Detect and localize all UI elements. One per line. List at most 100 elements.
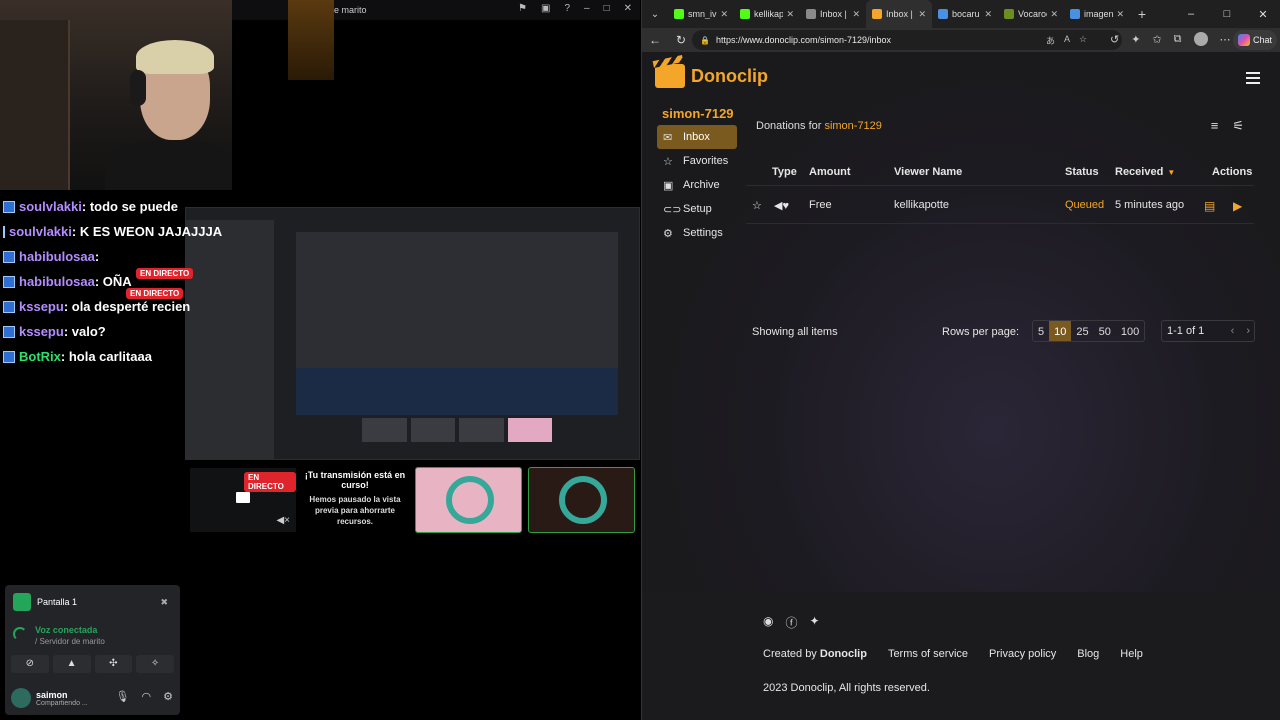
sidebar-item-label: Settings <box>683 227 723 239</box>
help-link[interactable]: Help <box>1120 648 1143 660</box>
gear-icon: ⚙ <box>663 227 673 240</box>
filter-icon[interactable]: ≡ <box>1211 118 1219 134</box>
close-tab-icon[interactable]: ✕ <box>786 9 794 20</box>
paused-stream-tile[interactable]: EN DIRECTO ◀× <box>190 468 296 532</box>
close-tab-icon[interactable]: ✕ <box>1116 9 1124 20</box>
rows-option[interactable]: 25 <box>1071 321 1093 341</box>
inbox-icon[interactable]: ⚑ <box>518 3 527 14</box>
viewer-cell: kellikapotte <box>894 199 950 211</box>
settings-icon[interactable]: ⚙ <box>163 690 173 703</box>
rows-option[interactable]: 50 <box>1094 321 1116 341</box>
microphone-icon[interactable]: 🎙 <box>116 690 130 703</box>
mute-icon[interactable]: ◀× <box>276 515 290 526</box>
column-header-received[interactable]: Received ▼ <box>1115 166 1175 178</box>
share-screen-button[interactable]: ▲ <box>52 655 91 673</box>
participant-tile[interactable] <box>528 467 635 533</box>
stream-capture: e marito ⚑ ▣ ? – □ ✕ soulvlakki : todo s… <box>0 0 640 720</box>
chat-username: soulvlakki <box>19 199 82 214</box>
sidebar-item-label: Favorites <box>683 155 729 167</box>
queue-action-icon[interactable]: ▤ <box>1204 199 1215 213</box>
more-icon[interactable]: ⋯ <box>1220 33 1231 46</box>
copilot-chat-button[interactable]: Chat <box>1233 30 1277 50</box>
browser-tab-active[interactable]: Inbox | ✕ <box>866 0 932 28</box>
refresh-extension-icon[interactable]: ↺ <box>1110 33 1119 46</box>
close-icon[interactable]: ✕ <box>1245 8 1280 21</box>
chat-label: Chat <box>1252 35 1272 45</box>
avatar[interactable] <box>11 688 31 708</box>
favorite-icon[interactable]: ☆ <box>1079 34 1087 47</box>
inbox-icon: ✉ <box>663 131 673 144</box>
discord-icon[interactable]: ◉ <box>763 614 773 631</box>
close-tab-icon[interactable]: ✕ <box>984 9 992 20</box>
rows-option[interactable]: 5 <box>1033 321 1049 341</box>
sidebar-item-archive[interactable]: ▣ Archive <box>657 173 737 197</box>
sidebar-item-setup[interactable]: ⊂⊃ Setup <box>657 197 737 221</box>
close-icon[interactable]: ✕ <box>624 3 632 14</box>
translate-icon[interactable]: あ <box>1046 34 1055 47</box>
sidebar-item-settings[interactable]: ⚙ Settings <box>657 221 737 245</box>
menu-icon[interactable] <box>1246 72 1260 84</box>
browser-tab[interactable]: bocaru ✕ <box>932 0 998 28</box>
subscriber-badge-icon <box>3 225 5 238</box>
play-icon[interactable]: ▶ <box>1233 199 1242 213</box>
live-badge: EN DIRECTO <box>244 472 296 492</box>
table-row[interactable]: ☆ ◀♥ Free kellikapotte Queued 5 minutes … <box>746 186 1254 224</box>
rows-option[interactable]: 100 <box>1116 321 1144 341</box>
blog-link[interactable]: Blog <box>1077 648 1099 660</box>
rows-option-selected[interactable]: 10 <box>1049 321 1072 341</box>
chat-message: kssepu : valo? <box>0 319 200 344</box>
minimize-icon[interactable]: – <box>1173 8 1209 20</box>
lock-icon[interactable]: 🔒 <box>700 36 710 45</box>
footer-brand[interactable]: Donoclip <box>820 648 867 660</box>
soundboard-button[interactable]: ✧ <box>136 655 174 673</box>
browser-tab[interactable]: Inbox | ✕ <box>800 0 866 28</box>
terms-link[interactable]: Terms of service <box>888 648 968 660</box>
favorite-star-icon[interactable]: ☆ <box>752 199 762 212</box>
maximize-icon[interactable]: □ <box>604 3 610 14</box>
activities-button[interactable]: ✣ <box>94 655 133 673</box>
column-header-status[interactable]: Status <box>1065 166 1099 178</box>
column-header-amount[interactable]: Amount <box>809 166 851 178</box>
privacy-link[interactable]: Privacy policy <box>989 648 1056 660</box>
facebook-icon[interactable]: ⓕ <box>785 614 797 631</box>
browser-tab[interactable]: kellikap ✕ <box>734 0 800 28</box>
sidebar-item-favorites[interactable]: ☆ Favorites <box>657 149 737 173</box>
tab-actions-icon[interactable]: ⌄ <box>642 9 668 20</box>
column-header-viewer[interactable]: Viewer Name <box>894 166 962 178</box>
window-icon[interactable]: ▣ <box>541 3 550 14</box>
favorites-icon[interactable]: ✩ <box>1152 33 1161 46</box>
profile-avatar[interactable] <box>1193 32 1208 46</box>
minimize-icon[interactable]: – <box>584 3 590 14</box>
sidebar-item-inbox[interactable]: ✉ Inbox <box>657 125 737 149</box>
back-icon[interactable]: ← <box>642 33 668 47</box>
participant-tile[interactable] <box>415 467 522 533</box>
read-aloud-icon[interactable]: A <box>1064 34 1070 47</box>
voice-actions: ⊘ ▲ ✣ ✧ <box>11 655 174 673</box>
close-tab-icon[interactable]: ✕ <box>1050 9 1058 20</box>
donoclip-logo[interactable]: Donoclip <box>655 64 768 88</box>
browser-tab[interactable]: Vocaroc ✕ <box>998 0 1064 28</box>
column-header-type[interactable]: Type <box>772 166 797 178</box>
monitor-icon <box>236 492 250 503</box>
new-tab-button[interactable]: + <box>1130 6 1154 22</box>
donations-title: Donations for <box>756 120 822 132</box>
extensions-icon[interactable]: ✦ <box>1131 33 1140 46</box>
status-cell: Queued <box>1065 199 1105 211</box>
camera-off-button[interactable]: ⊘ <box>11 655 49 673</box>
maximize-icon[interactable]: □ <box>1209 8 1245 20</box>
close-tab-icon[interactable]: ✕ <box>918 9 926 20</box>
close-tab-icon[interactable]: ✕ <box>852 9 860 20</box>
close-tab-icon[interactable]: ✕ <box>720 9 728 20</box>
stream-chat: soulvlakki : todo se puede soulvlakki : … <box>0 194 222 369</box>
collections-icon[interactable]: ⧉ <box>1174 33 1182 46</box>
stop-share-icon[interactable]: ✖ <box>160 597 168 608</box>
help-icon[interactable]: ? <box>564 3 570 14</box>
browser-tab[interactable]: imagen ✕ <box>1064 0 1130 28</box>
refresh-icon[interactable]: ↻ <box>668 33 694 47</box>
next-page-icon[interactable]: › <box>1246 325 1250 337</box>
prev-page-icon[interactable]: ‹ <box>1231 325 1235 337</box>
sliders-icon[interactable]: ⚟ <box>1232 118 1244 134</box>
twitter-icon[interactable]: ✦ <box>810 614 820 631</box>
browser-tab[interactable]: smn_iv ✕ <box>668 0 734 28</box>
headphones-icon[interactable]: ◠ <box>142 690 152 703</box>
